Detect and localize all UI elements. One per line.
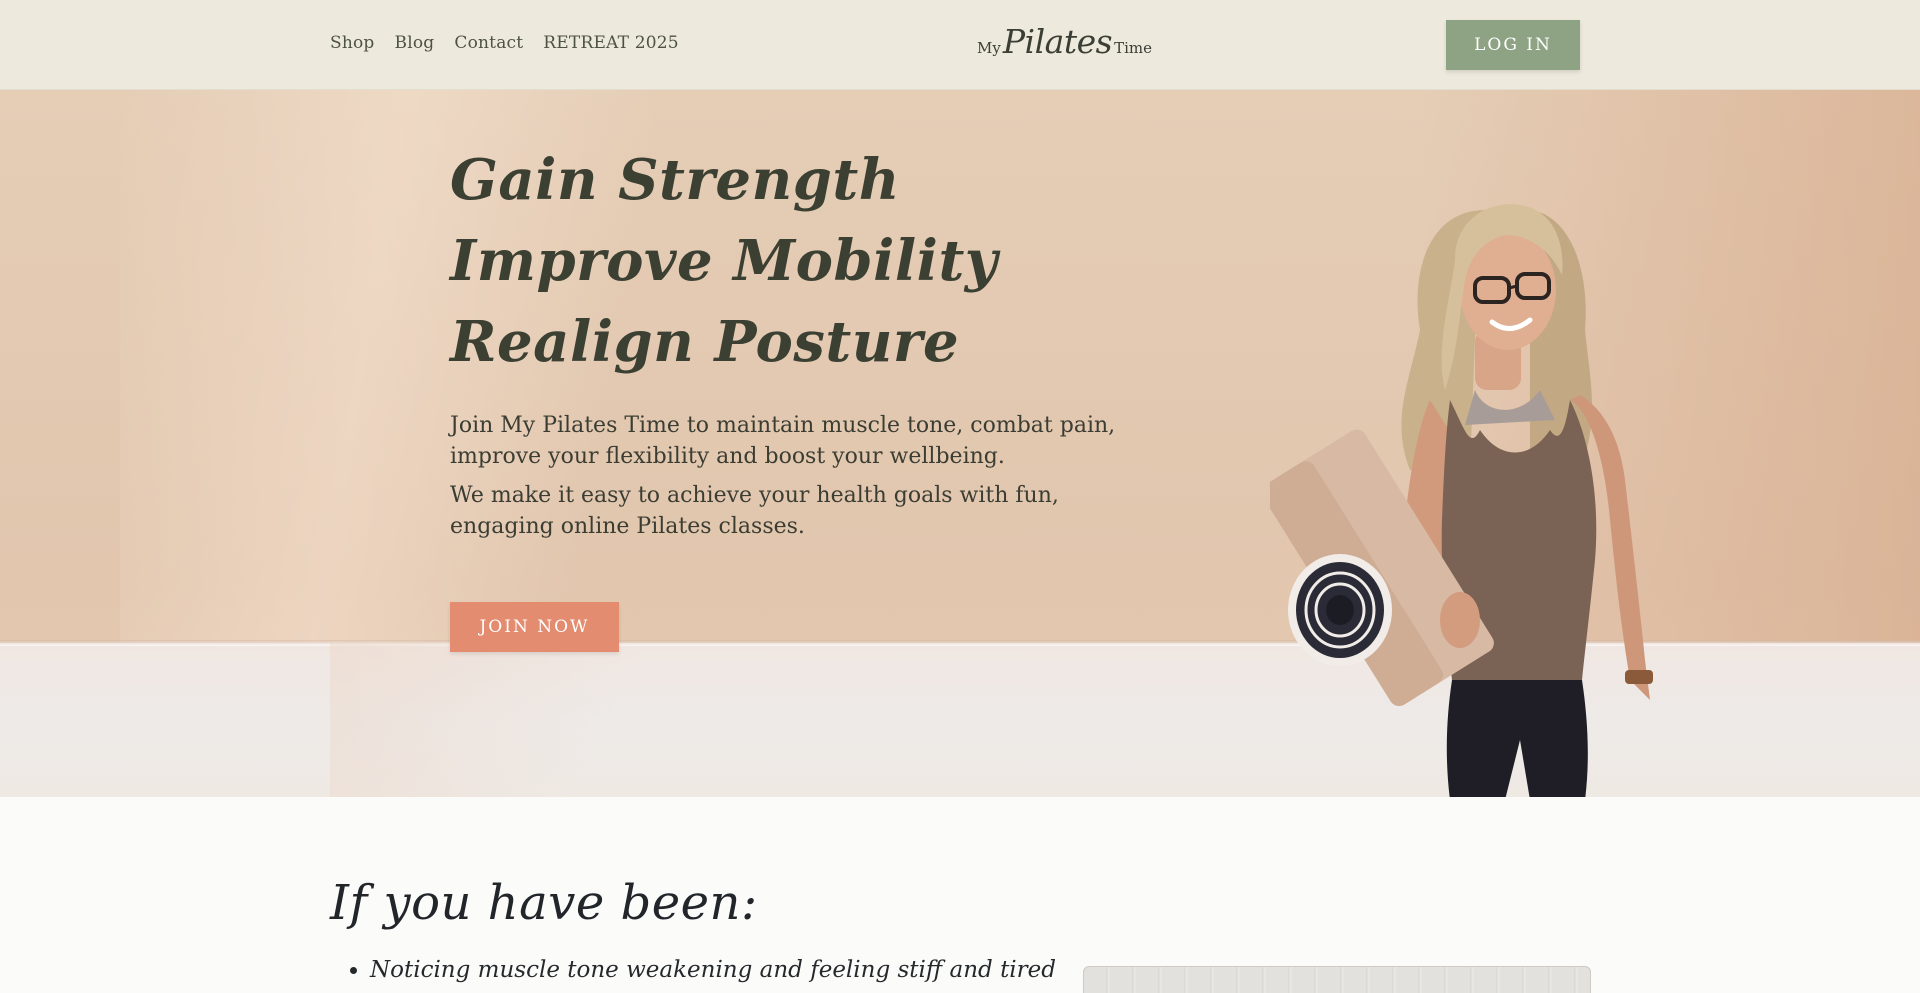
hero-headline: Gain Strength Improve Mobility Realign P… <box>450 140 998 383</box>
list-item: Noticing muscle tone weakening and feeli… <box>370 955 1056 985</box>
pain-points-list: Noticing muscle tone weakening and feeli… <box>370 955 1056 985</box>
site-logo[interactable]: My Pilates Time <box>977 22 1152 61</box>
logo-suffix: Time <box>1114 39 1152 57</box>
main-nav: Shop Blog Contact RETREAT 2025 <box>330 33 679 53</box>
pain-points-section: If you have been: Noticing muscle tone w… <box>0 797 1920 993</box>
nav-blog-link[interactable]: Blog <box>395 33 435 53</box>
hero-intro: Join My Pilates Time to maintain muscle … <box>450 410 1150 542</box>
nav-contact-link[interactable]: Contact <box>454 33 523 53</box>
headline-line-1: Gain Strength <box>450 147 900 213</box>
login-button[interactable]: LOG IN <box>1446 20 1580 70</box>
section-photo <box>1083 966 1591 993</box>
logo-main: Pilates <box>1002 22 1113 61</box>
logo-prefix: My <box>977 39 1001 57</box>
hero-paragraph-1: Join My Pilates Time to maintain muscle … <box>450 413 1116 469</box>
nav-shop-link[interactable]: Shop <box>330 33 375 53</box>
headline-line-2: Improve Mobility <box>450 228 998 294</box>
nav-retreat-link[interactable]: RETREAT 2025 <box>543 33 679 53</box>
section-heading: If you have been: <box>330 875 758 931</box>
site-header: Shop Blog Contact RETREAT 2025 My Pilate… <box>0 0 1920 90</box>
hero-floor-light <box>330 643 710 797</box>
hero-paragraph-2: We make it easy to achieve your health g… <box>450 483 1059 539</box>
instructor-photo <box>1270 204 1653 797</box>
join-now-button[interactable]: JOIN NOW <box>450 602 619 652</box>
hero-section: Gain Strength Improve Mobility Realign P… <box>0 90 1920 797</box>
headline-line-3: Realign Posture <box>450 309 960 375</box>
